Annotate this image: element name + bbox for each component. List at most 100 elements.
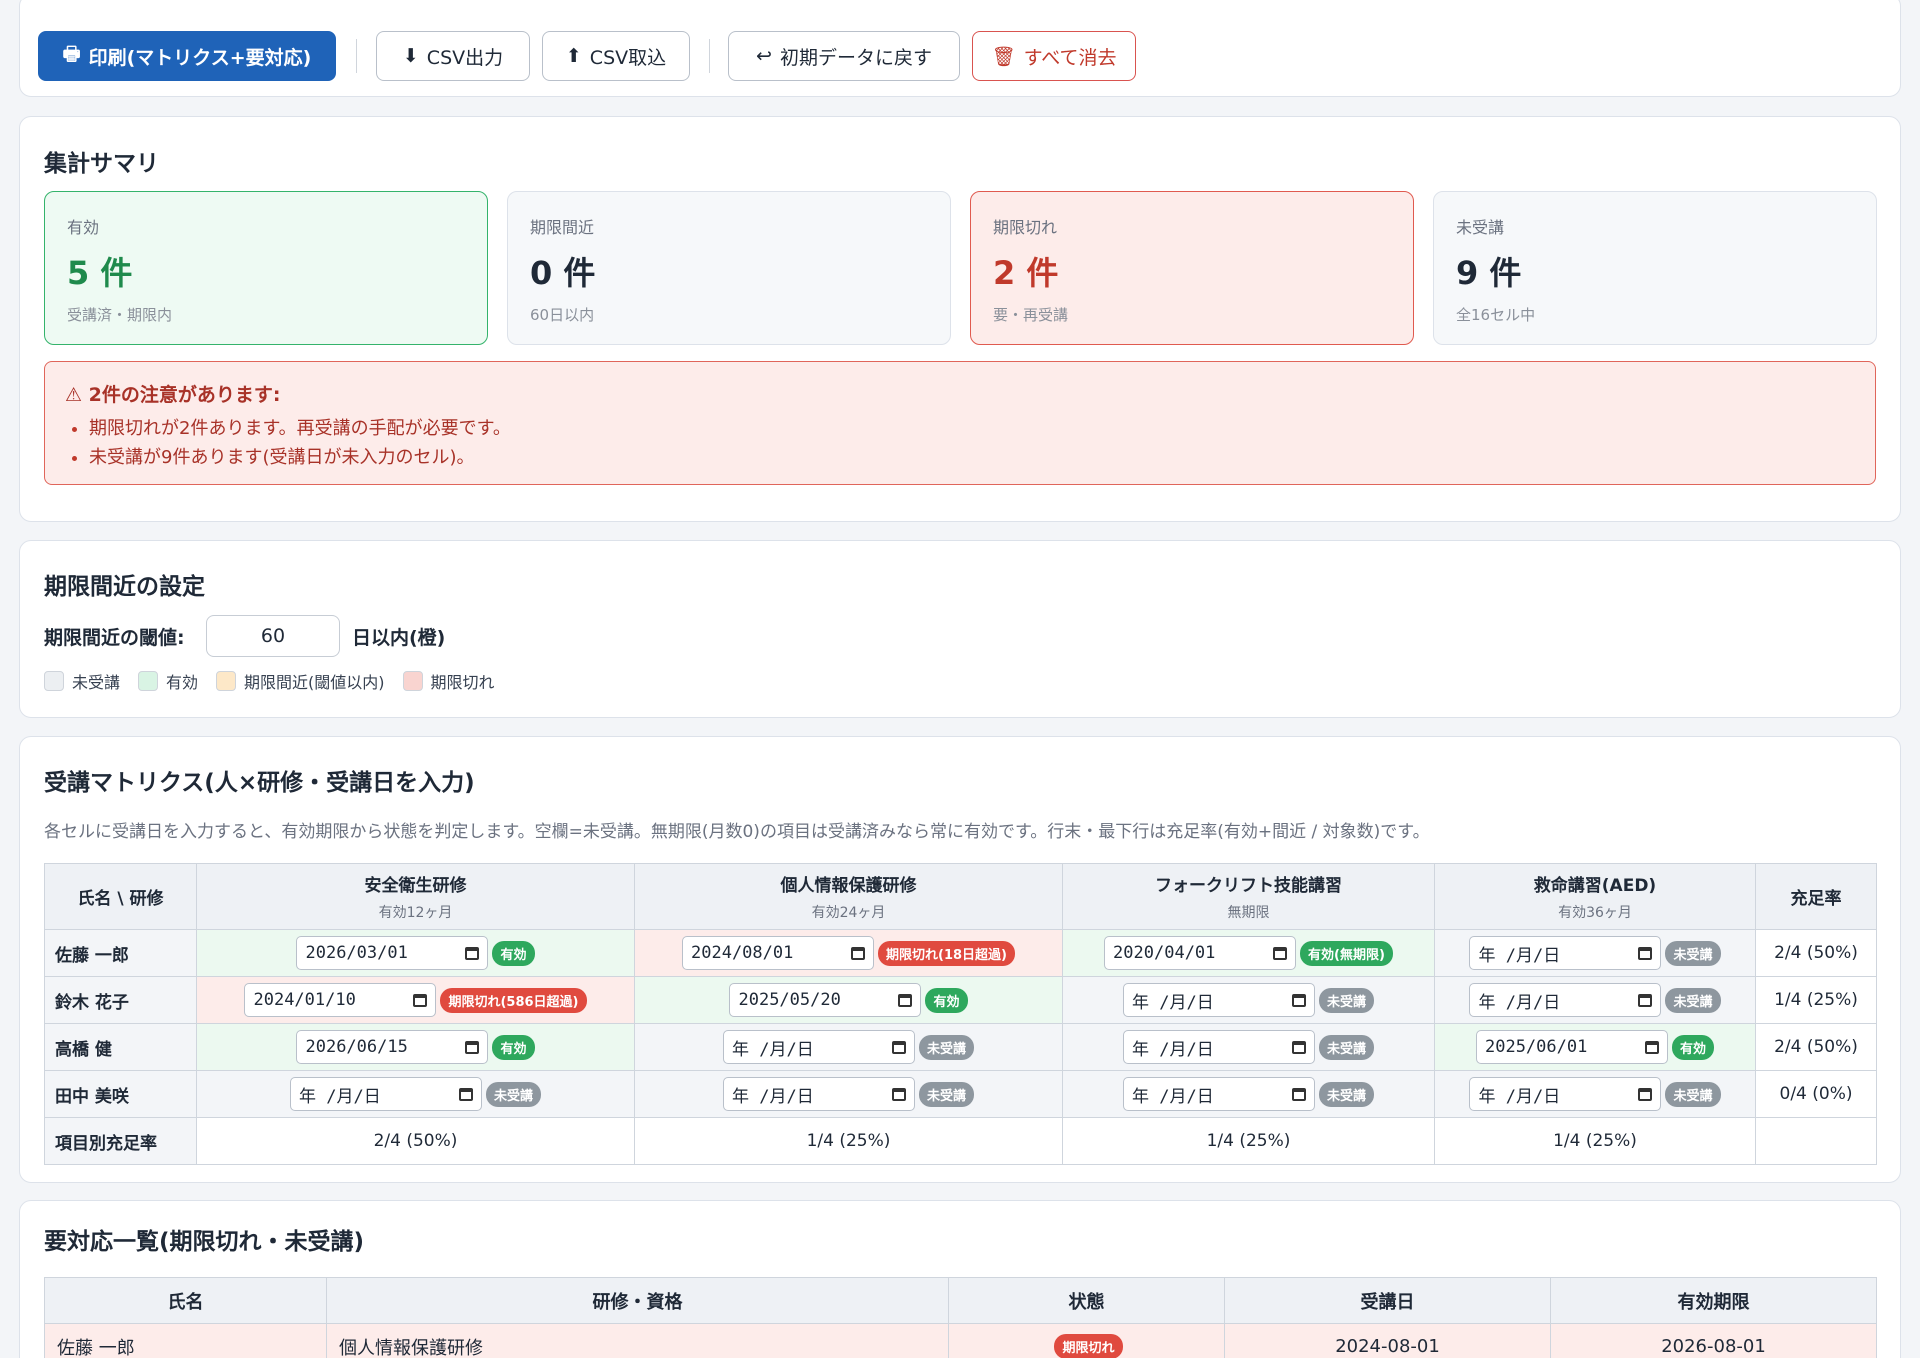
training-cell: 2026/03/01 有効 (196, 929, 635, 977)
status-badge: 未受講 (485, 1081, 541, 1107)
training-cell: 年 /月/日 未受講 (1062, 1023, 1435, 1071)
person-name: 高橋 健 (44, 1023, 197, 1071)
calendar-icon[interactable] (458, 1087, 473, 1101)
training-cell: 年 /月/日 未受講 (634, 1023, 1063, 1071)
training-cell: 2025/06/01 有効 (1434, 1023, 1756, 1071)
todo-title: 要対応一覧(期限切れ・未受講) (44, 1229, 365, 1255)
stat-label: 期限切れ (993, 218, 1058, 237)
csv-import-button[interactable]: ⬆ CSV取込 (542, 31, 690, 81)
training-cell: 2024/08/01 期限切れ(18日超過) (634, 929, 1063, 977)
training-cell: 年 /月/日 未受講 (1434, 976, 1756, 1024)
calendar-icon[interactable] (1273, 946, 1288, 960)
course-header: 救命講習(AED) 有効36ヶ月 (1434, 863, 1756, 930)
status-badge: 未受講 (918, 1081, 974, 1107)
print-button[interactable]: 🖶 印刷(マトリクス+要対応) (38, 31, 336, 81)
calendar-icon[interactable] (1638, 946, 1653, 960)
date-input[interactable]: 年 /月/日 (1122, 1030, 1315, 1064)
date-input[interactable]: 年 /月/日 (722, 1030, 915, 1064)
date-input[interactable]: 年 /月/日 (1122, 983, 1315, 1017)
rate-header: 充足率 (1755, 863, 1877, 930)
calendar-icon[interactable] (1291, 993, 1306, 1007)
calendar-icon[interactable] (1291, 1040, 1306, 1054)
todo-header: 受講日 (1224, 1277, 1551, 1324)
date-input[interactable]: 年 /月/日 (1469, 936, 1662, 970)
summary-title: 集計サマリ (44, 151, 159, 177)
training-cell: 2020/04/01 有効(無期限) (1062, 929, 1435, 977)
calendar-icon[interactable] (891, 1040, 906, 1054)
stat-label: 未受講 (1456, 218, 1505, 237)
column-rate: 1/4 (25%) (634, 1117, 1063, 1165)
date-input[interactable]: 2026/06/15 (296, 1030, 489, 1064)
date-input[interactable]: 2020/04/01 (1104, 936, 1297, 970)
legend-swatch (216, 671, 237, 691)
status-badge: 未受講 (918, 1034, 974, 1060)
calendar-icon[interactable] (891, 1087, 906, 1101)
date-input[interactable]: 2024/01/10 (244, 983, 437, 1017)
training-cell: 年 /月/日 未受講 (196, 1070, 635, 1118)
date-input[interactable]: 2025/05/20 (729, 983, 922, 1017)
todo-status: 期限切れ (948, 1323, 1225, 1358)
training-cell: 2025/05/20 有効 (634, 976, 1063, 1024)
csv-export-button[interactable]: ⬇ CSV出力 (376, 31, 530, 81)
reset-data-button[interactable]: ↩ 初期データに戻す (728, 31, 960, 81)
matrix-summary-row: 項目別充足率 2/4 (50%) 1/4 (25%) 1/4 (25%) 1/4 (25… (44, 1117, 1877, 1165)
threshold-label: 期限間近の閾値: (44, 627, 185, 649)
summary-row-label: 項目別充足率 (44, 1117, 197, 1165)
todo-row: 佐藤 一郎 個人情報保護研修 期限切れ 2024-08-01 2026-08-0… (44, 1323, 1877, 1358)
date-input[interactable]: 年 /月/日 (289, 1077, 482, 1111)
summary-panel: 集計サマリ 有効 5 件 受講済・期限内 期限間近 0 件 60日以内 期限切れ… (19, 116, 1901, 522)
date-input[interactable]: 年 /月/日 (1122, 1077, 1315, 1111)
alert-item: 期限切れが2件あります。再受講の手配が必要です。 (89, 414, 511, 443)
date-input[interactable]: 2025/06/01 (1475, 1030, 1668, 1064)
status-badge: 有効 (925, 987, 968, 1013)
stat-card-not-taken: 未受講 9 件 全16セル中 (1433, 191, 1877, 345)
empty-cell (1755, 1117, 1877, 1165)
calendar-icon[interactable] (1638, 1087, 1653, 1101)
matrix-body: 佐藤 一郎 2026/03/01 有効 2024/08/01 期限切れ(18日超過) 20… (44, 929, 1877, 1165)
training-cell: 年 /月/日 未受講 (1434, 929, 1756, 977)
download-arrow-icon: ⬇ (402, 45, 419, 67)
legend-item-expired: 期限切れ (402, 669, 495, 693)
calendar-icon[interactable] (413, 993, 428, 1007)
date-input[interactable]: 2024/08/01 (682, 936, 874, 970)
date-input[interactable]: 年 /月/日 (1469, 983, 1662, 1017)
calendar-icon[interactable] (1638, 993, 1653, 1007)
training-cell: 年 /月/日 未受講 (634, 1070, 1063, 1118)
course-header: 安全衛生研修 有効12ヶ月 (196, 863, 635, 930)
calendar-icon[interactable] (898, 993, 913, 1007)
calendar-icon[interactable] (851, 946, 865, 960)
status-badge: 未受講 (1318, 1081, 1374, 1107)
status-legend: 未受講 有効 期限間近(閾値以内) 期限切れ (44, 669, 495, 693)
legend-item-near-expiry: 期限間近(閾値以内) (216, 669, 385, 693)
calendar-icon[interactable] (1644, 1040, 1659, 1054)
status-badge: 有効(無期限) (1300, 940, 1393, 966)
status-badge: 有効 (492, 940, 535, 966)
legend-swatch (402, 671, 423, 691)
calendar-icon[interactable] (465, 946, 480, 960)
toolbar-divider (356, 39, 357, 73)
todo-name: 佐藤 一郎 (44, 1323, 327, 1358)
return-arrow-icon: ↩ (756, 45, 772, 67)
date-input[interactable]: 年 /月/日 (722, 1077, 915, 1111)
stat-value: 5 件 (67, 254, 133, 292)
stat-label: 期限間近 (530, 218, 595, 237)
date-input[interactable]: 2026/03/01 (296, 936, 489, 970)
threshold-input[interactable] (206, 615, 340, 657)
matrix-title: 受講マトリクス(人×研修・受講日を入力) (44, 770, 475, 796)
stat-sub: 60日以内 (530, 306, 595, 324)
row-rate: 2/4 (50%) (1755, 929, 1877, 977)
todo-header: 状態 (948, 1277, 1225, 1324)
matrix-row: 田中 美咲年 /月/日 未受講年 /月/日 未受講年 /月/日 未受講年 /月/日 未受… (44, 1070, 1877, 1118)
training-cell: 年 /月/日 未受講 (1434, 1070, 1756, 1118)
todo-header-row: 氏名 研修・資格 状態 受講日 有効期限 (44, 1277, 1877, 1324)
todo-date: 2024-08-01 (1224, 1323, 1551, 1358)
column-rate: 2/4 (50%) (196, 1117, 635, 1165)
calendar-icon[interactable] (1291, 1087, 1306, 1101)
status-badge: 未受講 (1665, 940, 1721, 966)
date-input[interactable]: 年 /月/日 (1469, 1077, 1662, 1111)
row-rate: 1/4 (25%) (1755, 976, 1877, 1024)
training-cell: 年 /月/日 未受講 (1062, 976, 1435, 1024)
course-header: 個人情報保護研修 有効24ヶ月 (634, 863, 1063, 930)
calendar-icon[interactable] (465, 1040, 480, 1054)
clear-all-button[interactable]: 🗑 すべて消去 (972, 31, 1136, 81)
